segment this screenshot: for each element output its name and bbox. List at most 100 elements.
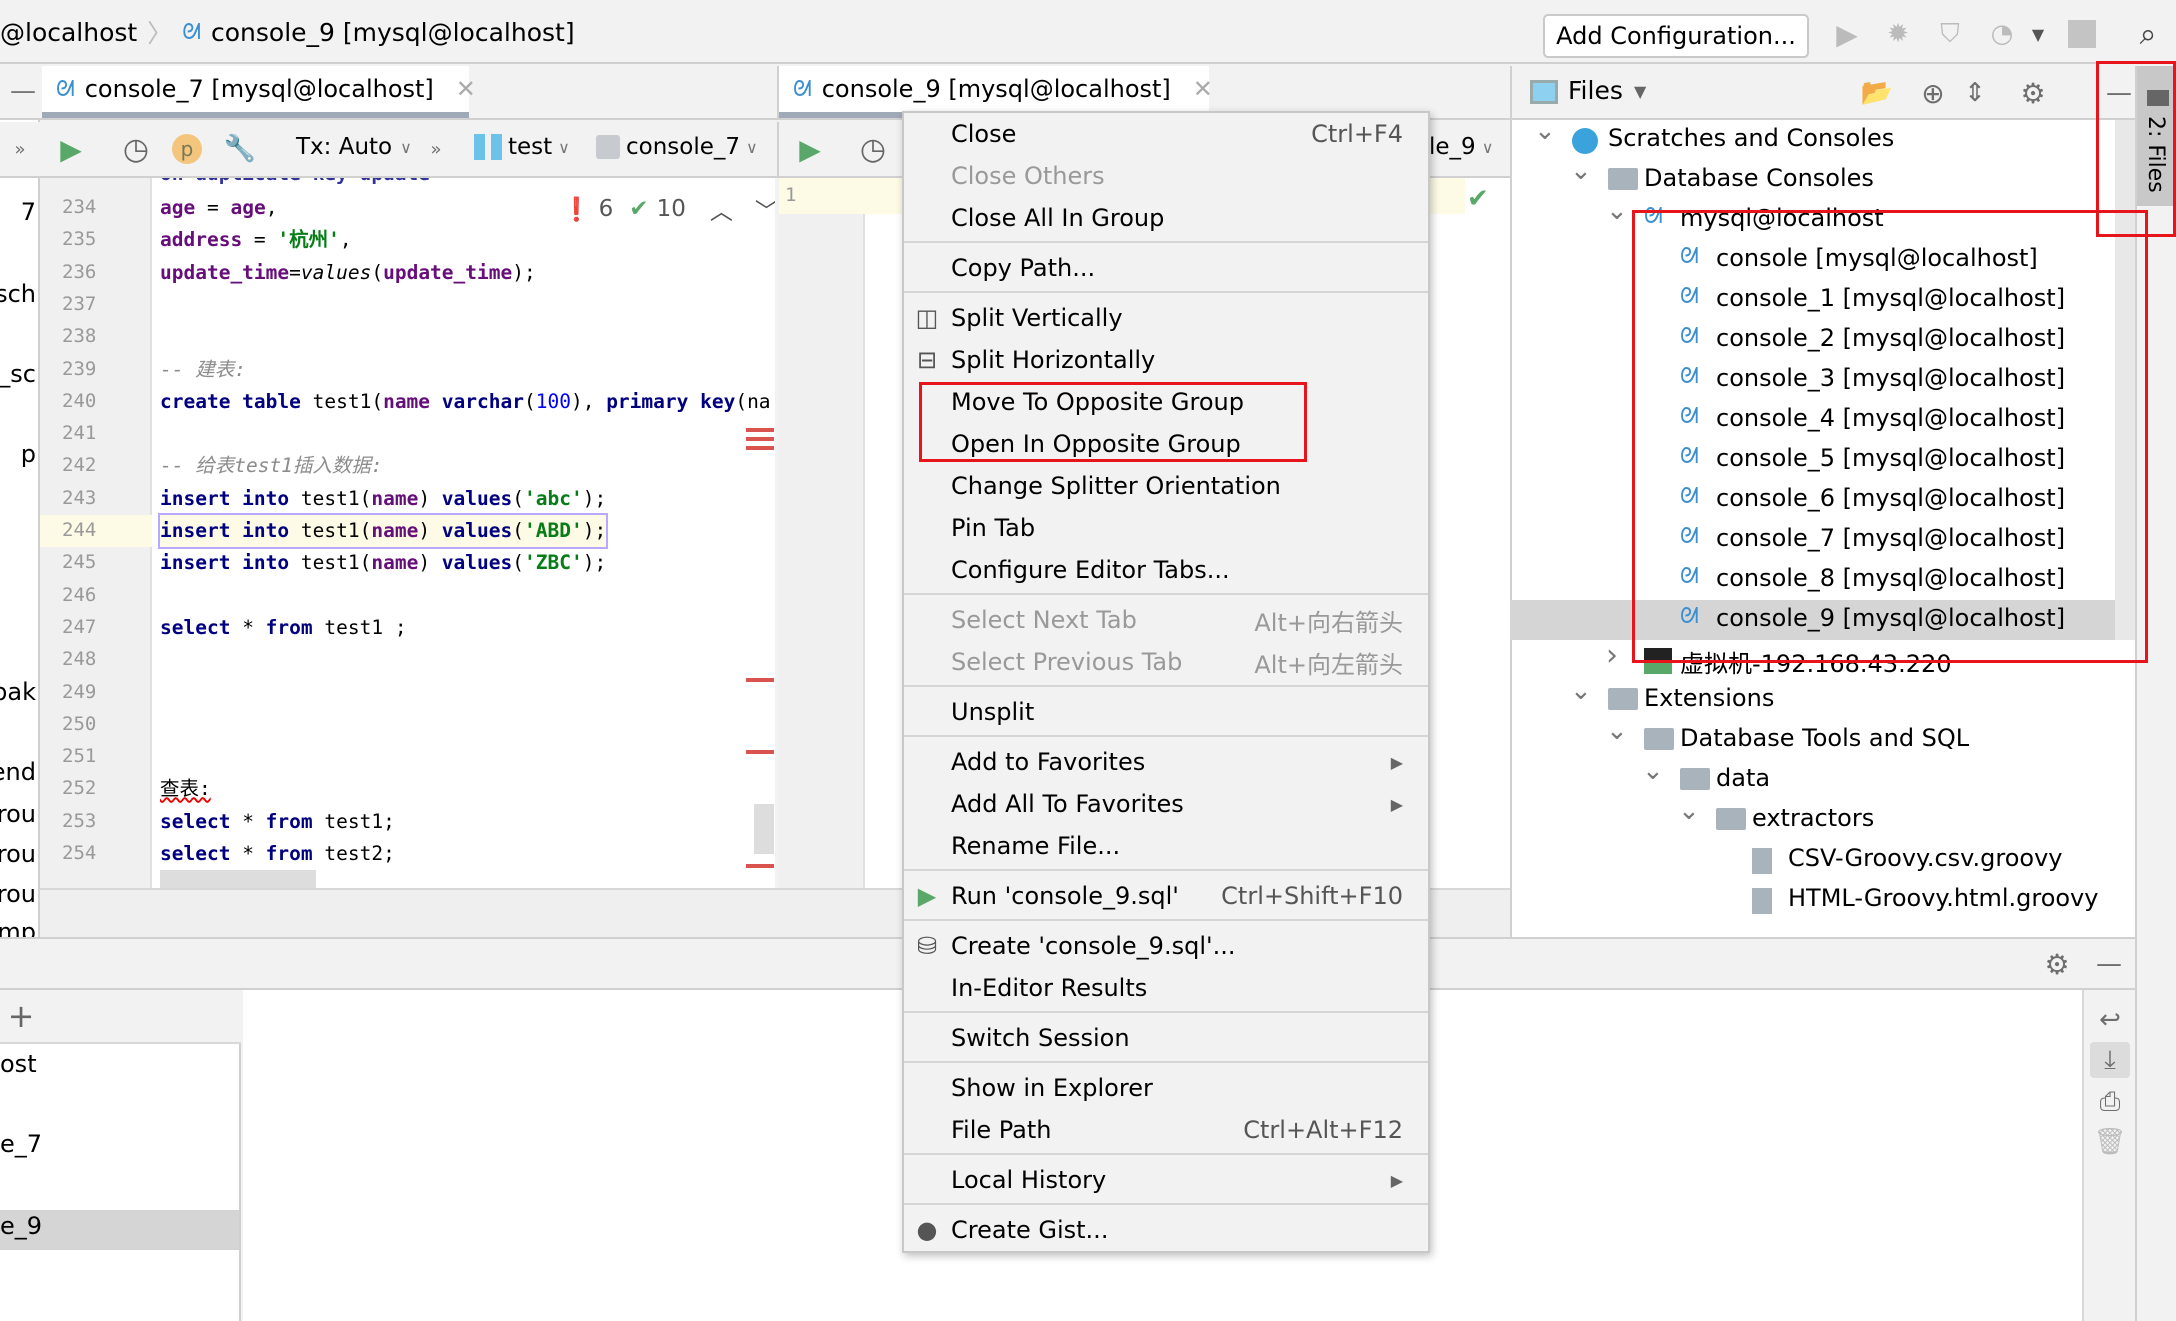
tree-item[interactable]: ⌄ Database Tools and SQL <box>1510 716 2115 760</box>
project-item-partial[interactable]: grou <box>0 880 36 908</box>
menu-item-rename-file[interactable]: Rename File... <box>904 825 1428 867</box>
menu-item-file-path[interactable]: File Path Ctrl+Alt+F12 <box>904 1109 1428 1151</box>
menu-item-create-gist[interactable]: ● Create Gist... <box>904 1209 1428 1251</box>
chevron-down-icon[interactable]: ⌄ <box>1642 756 1664 786</box>
project-item-partial[interactable]: end <box>0 758 36 786</box>
chevron-down-icon[interactable]: ⌄ <box>1534 116 1556 146</box>
project-item-partial[interactable]: e_sc <box>0 360 36 388</box>
chevron-down-icon[interactable]: ⌄ <box>1570 156 1592 186</box>
minimize-icon[interactable]: — <box>8 76 38 106</box>
run-icon[interactable]: ▶ <box>1832 14 1862 54</box>
menu-item-show-in-explorer[interactable]: Show in Explorer <box>904 1067 1428 1109</box>
more-icon[interactable]: » <box>426 134 446 164</box>
execute-icon[interactable]: ▶ <box>56 132 86 166</box>
previous-highlight-icon[interactable]: ︿ <box>710 192 733 226</box>
history-icon[interactable]: ◷ <box>857 132 889 167</box>
next-highlight-icon[interactable]: ﹀ <box>755 192 775 226</box>
menu-item-close-others[interactable]: Close Others <box>904 155 1428 197</box>
breadcrumb-current[interactable]: console_9 [mysql@localhost] <box>211 18 575 47</box>
tree-item[interactable]: ⌄ Scratches and Consoles <box>1510 116 2115 160</box>
left-code-editor[interactable]: on duplicate key update age = age,addres… <box>152 178 775 888</box>
chevron-down-icon[interactable]: ⌄ <box>1606 196 1628 226</box>
collapse-all-icon[interactable]: ⇕ <box>1958 76 1992 110</box>
menu-item-select-previous-tab[interactable]: Select Previous Tab Alt+向左箭头 <box>904 641 1428 683</box>
menu-item-split-vertically[interactable]: ◫ Split Vertically <box>904 297 1428 339</box>
more-icon[interactable]: » <box>10 134 30 164</box>
tree-item[interactable]: CSV-Groovy.csv.groovy <box>1510 840 2115 880</box>
menu-item-change-splitter-orientation[interactable]: Change Splitter Orientation <box>904 465 1428 507</box>
inspection-widget[interactable]: ❗ 6 ✔ 10 ︿ ﹀ <box>562 192 775 226</box>
chevron-down-icon[interactable]: ⌄ <box>1606 716 1628 746</box>
error-stripe-mark[interactable] <box>746 428 774 432</box>
tree-item[interactable]: ⌄ Database Consoles <box>1510 156 2115 200</box>
transaction-mode-dropdown[interactable]: Tx: Auto ∨ <box>296 134 412 160</box>
menu-item-unsplit[interactable]: Unsplit <box>904 691 1428 733</box>
services-item[interactable]: e_7 <box>0 1130 42 1158</box>
chevron-right-icon[interactable]: › <box>1606 638 1618 673</box>
services-item-selected[interactable]: e_9 <box>0 1210 239 1250</box>
menu-item-run-console-9-sql[interactable]: ▶ Run 'console_9.sql' Ctrl+Shift+F10 <box>904 875 1428 917</box>
trash-icon[interactable]: 🗑 <box>2092 1124 2128 1160</box>
scrollbar[interactable] <box>754 804 774 854</box>
print-icon[interactable]: ⎙ <box>2092 1084 2128 1120</box>
minimize-icon[interactable]: — <box>2092 947 2126 981</box>
menu-item-in-editor-results[interactable]: In-Editor Results <box>904 967 1428 1009</box>
files-title[interactable]: Files <box>1568 76 1623 105</box>
chevron-down-icon[interactable]: ⌄ <box>1678 796 1700 826</box>
coverage-icon[interactable]: ⛉ <box>1934 14 1966 54</box>
error-stripe-mark[interactable] <box>746 750 774 754</box>
menu-item-add-to-favorites[interactable]: Add to Favorites ▶ <box>904 741 1428 783</box>
history-icon[interactable]: ◷ <box>120 132 152 167</box>
error-stripe-mark[interactable] <box>746 678 774 682</box>
menu-item-split-horizontally[interactable]: ⊟ Split Horizontally <box>904 339 1428 381</box>
session-dropdown[interactable]: le_9 ∨ <box>1429 134 1493 160</box>
project-item-partial[interactable]: bak <box>0 678 36 706</box>
tree-item[interactable]: ⌄ Extensions <box>1510 676 2115 720</box>
menu-item-configure-editor-tabs[interactable]: Configure Editor Tabs... <box>904 549 1428 591</box>
stop-icon[interactable] <box>2068 20 2096 48</box>
chevron-down-icon[interactable]: ▼ <box>1634 82 1646 101</box>
menu-item-pin-tab[interactable]: Pin Tab <box>904 507 1428 549</box>
menu-item-copy-path[interactable]: Copy Path... <box>904 247 1428 289</box>
menu-item-create-console-9-sql[interactable]: ⛁ Create 'console_9.sql'... <box>904 925 1428 967</box>
close-icon[interactable]: ✕ <box>1193 75 1213 103</box>
chevron-down-icon[interactable]: ⌄ <box>1570 676 1592 706</box>
breadcrumb-parent[interactable]: @localhost <box>0 18 137 47</box>
open-folder-icon[interactable]: 📂 <box>1860 76 1894 110</box>
project-item-partial[interactable]: grou <box>0 840 36 868</box>
gear-icon[interactable]: ⚙ <box>2016 76 2050 110</box>
error-stripe-mark[interactable] <box>746 864 774 868</box>
menu-item-switch-session[interactable]: Switch Session <box>904 1017 1428 1059</box>
schema-dropdown[interactable]: test ∨ <box>474 134 570 160</box>
debug-icon[interactable]: ✹ <box>1882 14 1914 54</box>
scroll-to-end-icon[interactable]: ⤓ <box>2090 1042 2130 1078</box>
horizontal-scrollbar[interactable] <box>160 870 316 888</box>
add-configuration-button[interactable]: Add Configuration... <box>1543 14 1809 58</box>
menu-item-local-history[interactable]: Local History ▶ <box>904 1159 1428 1201</box>
tree-item[interactable]: ⌄ extractors <box>1510 796 2115 840</box>
close-icon[interactable]: ✕ <box>456 75 476 103</box>
explain-plan-badge[interactable]: p <box>172 134 202 164</box>
project-item-partial[interactable]: grou <box>0 800 36 828</box>
project-item-partial[interactable]: 7 <box>21 198 36 226</box>
gear-icon[interactable]: ⚙ <box>2040 947 2074 981</box>
menu-item-add-all-to-favorites[interactable]: Add All To Favorites ▶ <box>904 783 1428 825</box>
project-item-partial[interactable]: _sch <box>0 280 36 308</box>
project-item-partial[interactable]: p <box>21 440 36 468</box>
services-item[interactable]: ost <box>0 1050 37 1078</box>
tree-item[interactable]: ⌄ data <box>1510 756 2115 800</box>
tab-console-7[interactable]: ᘛ console_7 [mysql@localhost] ✕ <box>42 66 476 118</box>
menu-item-select-next-tab[interactable]: Select Next Tab Alt+向右箭头 <box>904 599 1428 641</box>
add-icon[interactable]: + <box>6 997 36 1035</box>
session-dropdown[interactable]: console_7 ∨ <box>596 134 758 160</box>
project-item-partial[interactable]: mp <box>0 918 36 937</box>
menu-item-close-all-in-group[interactable]: Close All In Group <box>904 197 1428 239</box>
menu-item-close[interactable]: Close Ctrl+F4 <box>904 113 1428 155</box>
wrench-icon[interactable]: 🔧 <box>224 132 256 166</box>
profile-icon[interactable]: ◔ <box>1986 14 2018 54</box>
execute-icon[interactable]: ▶ <box>795 132 825 166</box>
soft-wrap-icon[interactable]: ↩ <box>2092 1002 2128 1038</box>
search-icon[interactable]: ⌕ <box>2130 14 2166 54</box>
locate-icon[interactable]: ⊕ <box>1916 76 1950 110</box>
tree-item[interactable]: HTML-Groovy.html.groovy <box>1510 880 2115 920</box>
